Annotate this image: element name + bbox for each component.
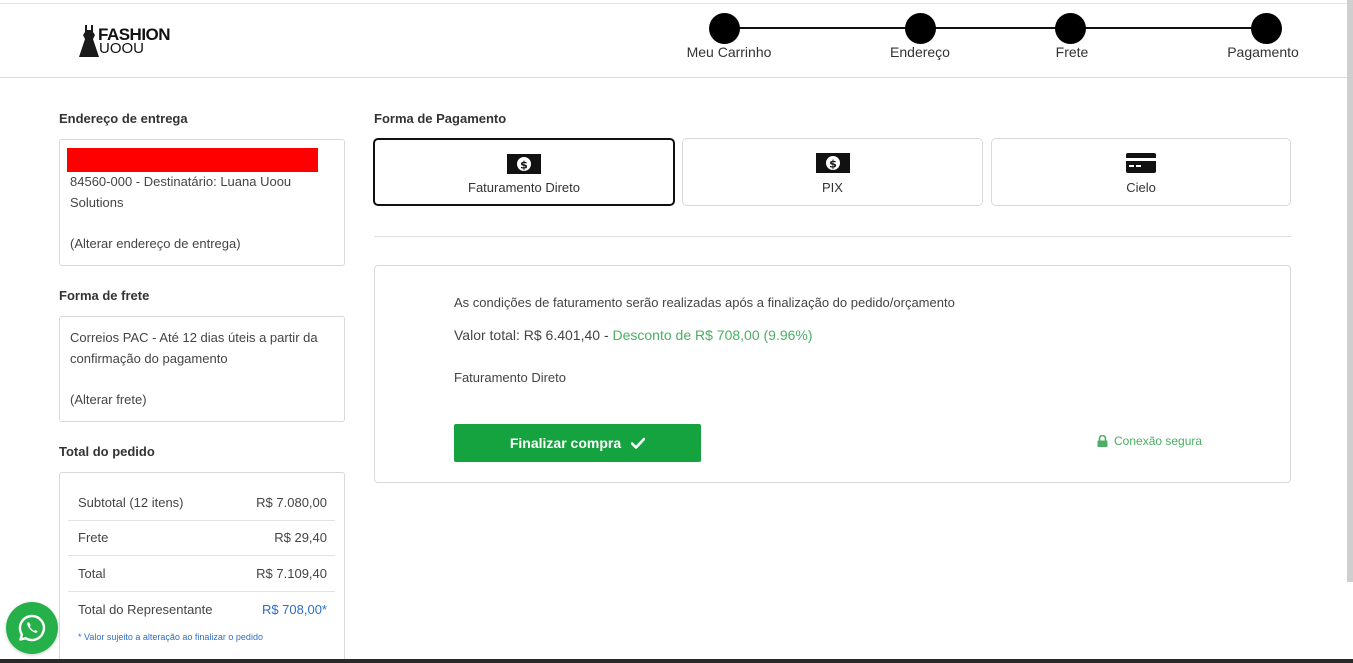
finish-purchase-label: Finalizar compra <box>509 435 622 451</box>
discount-text: Desconto de R$ 708,00 (9.96%) <box>612 327 813 343</box>
payment-option-label: Cielo <box>1126 180 1156 195</box>
summary-label: Subtotal (12 itens) <box>78 495 184 510</box>
order-total-card: Subtotal (12 itens) R$ 7.080,00 Frete R$… <box>59 472 345 663</box>
step-label-shipping[interactable]: Frete <box>1056 44 1089 60</box>
taskbar-strip <box>0 659 1353 663</box>
shipping-line2: confirmação do pagamento <box>70 351 228 366</box>
redacted-address <box>67 148 318 172</box>
step-connector <box>725 27 1267 29</box>
total-value: Valor total: R$ 6.401,40 - <box>454 327 609 343</box>
section-divider <box>374 236 1291 237</box>
summary-row-subtotal: Subtotal (12 itens) R$ 7.080,00 <box>68 485 335 521</box>
credit-card-icon <box>1126 153 1156 173</box>
dress-icon <box>79 25 99 57</box>
whatsapp-icon <box>18 614 46 642</box>
step-dot-cart[interactable] <box>709 13 740 44</box>
secure-connection-label: Conexão segura <box>1114 434 1203 448</box>
summary-label: Total <box>78 566 106 581</box>
payment-detail-panel: As condições de faturamento serão realiz… <box>374 265 1291 483</box>
step-label-address[interactable]: Endereço <box>890 44 950 60</box>
address-card: 84560-000 - Destinatário: Luana Uoou Sol… <box>59 139 345 266</box>
summary-row-total: Total R$ 7.109,40 <box>68 556 335 592</box>
payment-option-invoice[interactable]: $ Faturamento Direto <box>373 138 675 206</box>
payment-option-pix[interactable]: $ PIX <box>682 138 983 206</box>
secure-connection: Conexão segura <box>1097 434 1202 448</box>
logo[interactable]: FASHION UOOU <box>78 24 188 64</box>
step-dot-payment[interactable] <box>1251 13 1282 44</box>
payment-title: Forma de Pagamento <box>374 111 507 126</box>
payment-option-label: Faturamento Direto <box>468 180 580 195</box>
summary-row-shipping: Frete R$ 29,40 <box>68 521 335 556</box>
logo-subtext: UOOU <box>99 40 144 57</box>
step-dot-address[interactable] <box>905 13 936 44</box>
step-dot-shipping[interactable] <box>1055 13 1086 44</box>
billing-conditions-text: As condições de faturamento serão realiz… <box>454 295 955 310</box>
address-line1: 84560-000 - Destinatário: Luana Uoou <box>70 174 292 189</box>
step-label-payment[interactable]: Pagamento <box>1227 44 1299 60</box>
change-address-link[interactable]: (Alterar endereço de entrega) <box>70 234 241 255</box>
payment-option-label: PIX <box>822 180 843 195</box>
check-icon <box>631 437 646 449</box>
summary-value: R$ 7.080,00 <box>256 495 327 510</box>
money-icon: $ <box>815 153 850 173</box>
change-shipping-link[interactable]: (Alterar frete) <box>70 390 147 411</box>
svg-text:$: $ <box>520 159 528 172</box>
address-line2: Solutions <box>70 195 124 210</box>
address-title: Endereço de entrega <box>59 111 188 126</box>
total-value-line: Valor total: R$ 6.401,40 - Desconto de R… <box>454 327 813 343</box>
step-label-cart[interactable]: Meu Carrinho <box>687 44 772 60</box>
summary-label: Total do Representante <box>78 602 213 617</box>
shipping-title: Forma de frete <box>59 288 150 303</box>
shipping-card: Correios PAC - Até 12 dias úteis a parti… <box>59 316 345 422</box>
summary-label: Frete <box>78 530 109 545</box>
header: FASHION UOOU <box>0 4 1353 78</box>
money-icon: $ <box>507 154 541 174</box>
lock-icon <box>1097 435 1108 447</box>
summary-value: R$ 708,00* <box>261 602 327 617</box>
summary-row-representative: Total do Representante R$ 708,00* <box>68 592 335 628</box>
payment-option-cielo[interactable]: Cielo <box>991 138 1291 206</box>
scrollbar[interactable] <box>1347 0 1353 582</box>
finish-purchase-button[interactable]: Finalizar compra <box>454 424 701 462</box>
whatsapp-button[interactable] <box>6 602 58 654</box>
shipping-line1: Correios PAC - Até 12 dias úteis a parti… <box>70 330 318 345</box>
svg-text:$: $ <box>829 158 837 171</box>
selected-method-label: Faturamento Direto <box>454 370 566 385</box>
summary-value: R$ 7.109,40 <box>256 566 327 581</box>
order-total-title: Total do pedido <box>59 444 155 459</box>
summary-value: R$ 29,40 <box>274 530 327 545</box>
price-disclaimer: * Valor sujeito a alteração ao finalizar… <box>78 632 263 642</box>
